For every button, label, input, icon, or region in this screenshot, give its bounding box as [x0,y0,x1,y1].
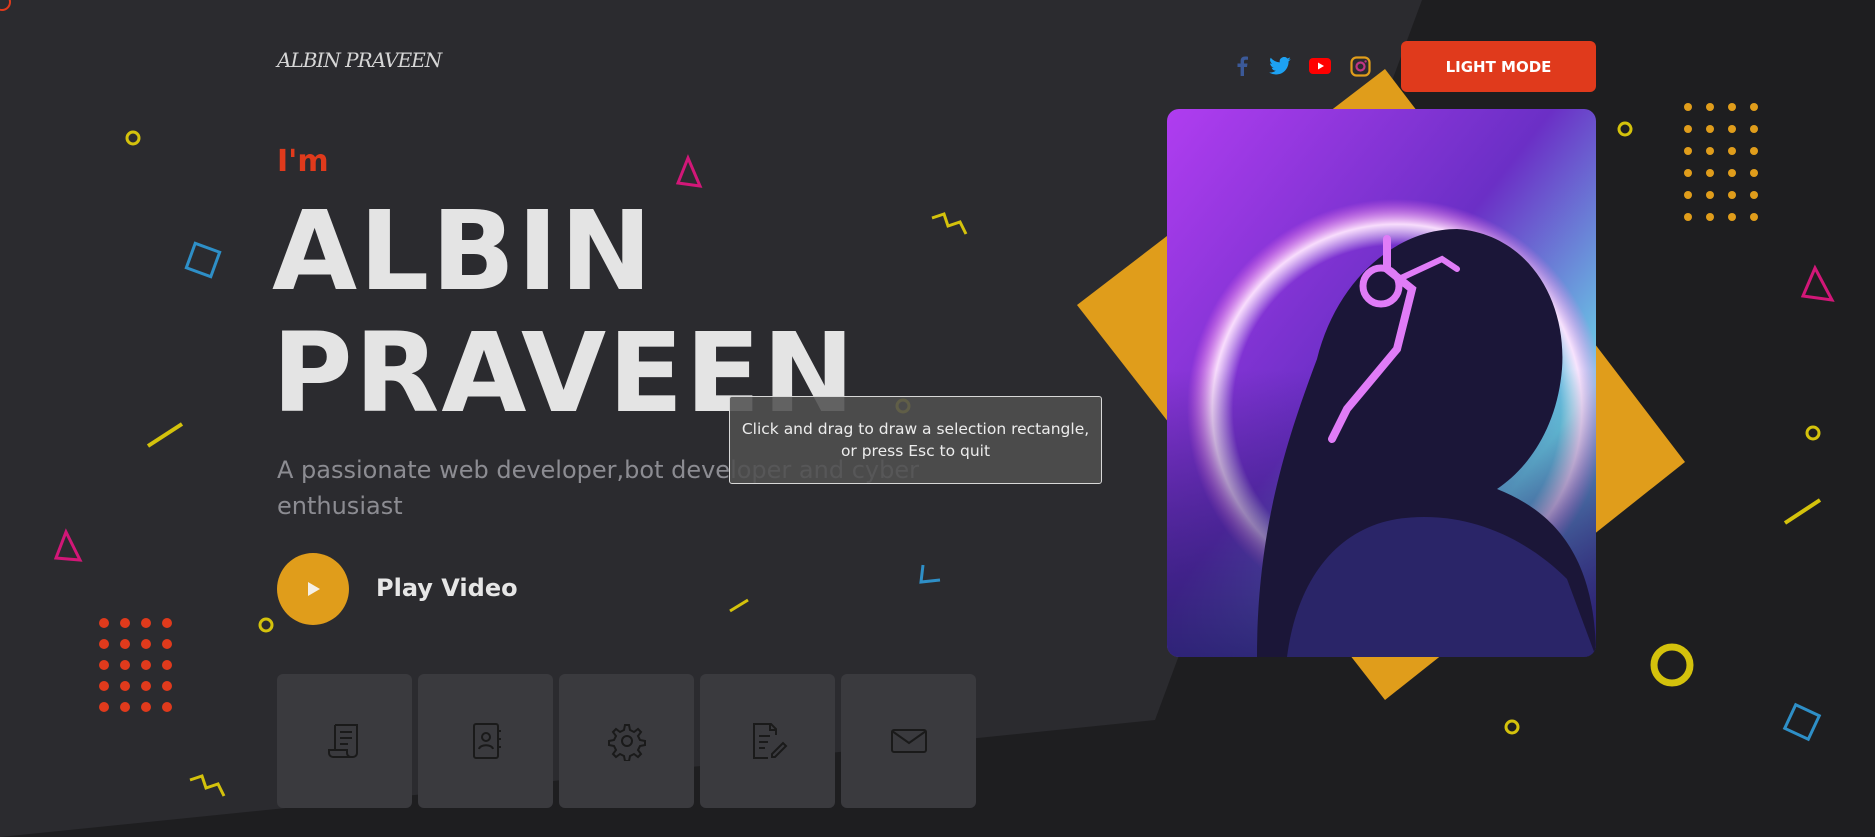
name-line-1: ALBIN [272,187,655,315]
contact-book-icon [472,723,501,759]
twitter-icon[interactable] [1268,54,1292,78]
document-edit-icon [752,723,787,759]
light-mode-button[interactable]: LIGHT MODE [1401,41,1596,92]
overlay-line-1: Click and drag to draw a selection recta… [741,420,1090,438]
instagram-icon[interactable] [1348,54,1372,78]
tile-mail[interactable] [841,674,976,808]
tagline-line-2: enthusiast [277,492,403,520]
tile-resume[interactable] [277,674,412,808]
profile-image [1167,109,1596,657]
tile-settings[interactable] [559,674,694,808]
facebook-icon[interactable] [1230,54,1254,78]
gear-icon [607,724,646,761]
tile-contact[interactable] [418,674,553,808]
youtube-icon[interactable] [1308,54,1332,78]
mail-icon [890,729,927,753]
site-logo[interactable]: ALBIN PRAVEEN [277,48,442,72]
resume-scroll-icon [327,724,358,758]
selection-hint-overlay: Click and drag to draw a selection recta… [729,396,1102,484]
play-video-label[interactable]: Play Video [376,574,518,602]
intro-text: I'm [277,144,329,179]
play-icon [308,582,320,596]
tile-document[interactable] [700,674,835,808]
overlay-line-2: or press Esc to quit [840,442,991,460]
play-video-button[interactable] [277,553,349,625]
